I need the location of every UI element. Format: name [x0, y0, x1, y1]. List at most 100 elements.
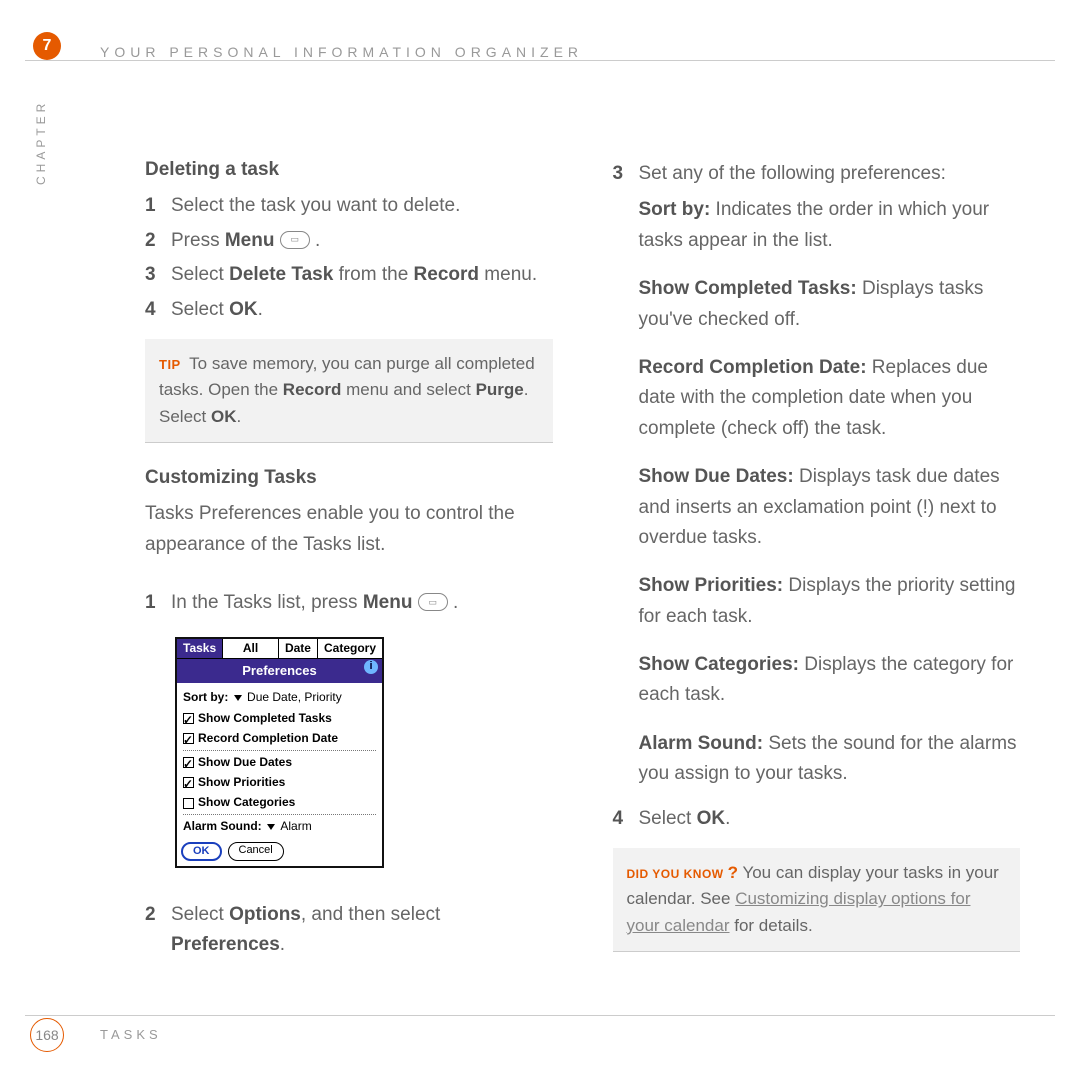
tab-all[interactable]: All [223, 639, 279, 658]
text: Select [639, 808, 697, 829]
chk-priorities[interactable]: Show Priorities [183, 773, 376, 792]
pref-completed: Show Completed Tasks: Displays tasks you… [639, 274, 1021, 335]
step-row-r4: 4 Select OK. [613, 804, 1021, 834]
step-text: Select the task you want to delete. [171, 191, 460, 221]
step-number: 1 [145, 191, 157, 221]
text: . [236, 407, 241, 426]
chk-completed[interactable]: Show Completed Tasks [183, 709, 376, 728]
preferences-screenshot: Tasks All Date Category Preferences i So… [175, 637, 384, 868]
heading-customize: Customizing Tasks [145, 463, 553, 493]
ok-button[interactable]: OK [181, 842, 222, 861]
step-number: 1 [145, 588, 157, 618]
sortby-row[interactable]: Sort by: Due Date, Priority [183, 688, 376, 707]
running-head: YOUR PERSONAL INFORMATION ORGANIZER [100, 44, 1050, 60]
step-text: Select OK. [639, 804, 731, 834]
tip-callout: TIP To save memory, you can purge all co… [145, 339, 553, 443]
label: Alarm Sound: [183, 819, 262, 833]
value: Alarm [280, 819, 311, 833]
info-icon[interactable]: i [364, 660, 378, 674]
chk-categories[interactable]: Show Categories [183, 793, 376, 812]
bold-text: Purge [476, 380, 524, 399]
alarm-row[interactable]: Alarm Sound: Alarm [183, 817, 376, 836]
step-row-2: 2 Press Menu ▭ . [145, 226, 553, 256]
bold-text: Show Completed Tasks: [639, 278, 857, 299]
menu-icon: ▭ [280, 231, 310, 249]
step-text: Select OK. [171, 295, 263, 325]
bold-text: Preferences [171, 934, 280, 955]
checkbox-icon [183, 733, 194, 744]
tab-category[interactable]: Category [318, 639, 382, 658]
chapter-number-badge: 7 [33, 32, 61, 60]
tab-tasks[interactable]: Tasks [177, 639, 223, 658]
bold-text: Record Completion Date: [639, 357, 867, 378]
checkbox-icon [183, 757, 194, 768]
checkbox-icon [183, 777, 194, 788]
dyk-q: ? [728, 863, 738, 882]
customize-intro: Tasks Preferences enable you to control … [145, 499, 553, 560]
step-row-4: 4 Select OK. [145, 295, 553, 325]
bold-text: Menu [363, 592, 413, 613]
text: from the [333, 264, 413, 285]
step-text: Select Delete Task from the Record menu. [171, 260, 537, 290]
dialog-buttons: OK Cancel [177, 840, 382, 866]
tab-date[interactable]: Date [279, 639, 318, 658]
footer-divider [25, 1015, 1055, 1016]
dyk-label: DID YOU KNOW [627, 867, 724, 881]
dropdown-arrow-icon [234, 695, 242, 701]
step-row-3: 3 Select Delete Task from the Record men… [145, 260, 553, 290]
text: menu and select [341, 380, 475, 399]
bold-text: Show Due Dates: [639, 466, 794, 487]
bold-text: Record [414, 264, 479, 285]
text: , and then select [301, 904, 440, 925]
tip-label: TIP [159, 357, 181, 372]
bold-text: Alarm Sound: [639, 733, 764, 754]
label: Record Completion Date [198, 731, 338, 745]
pref-record-date: Record Completion Date: Replaces due dat… [639, 353, 1021, 444]
bold-text: Record [283, 380, 342, 399]
bold-text: Options [229, 904, 301, 925]
step-number: 3 [613, 159, 625, 189]
text: . [725, 808, 730, 829]
pref-sortby: Sort by: Indicates the order in which yo… [639, 195, 1021, 256]
did-you-know-callout: DID YOU KNOW? You can display your tasks… [613, 848, 1021, 952]
step-number: 3 [145, 260, 157, 290]
title-text: Preferences [242, 663, 316, 678]
pref-categories: Show Categories: Displays the category f… [639, 650, 1021, 711]
chk-due-dates[interactable]: Show Due Dates [183, 753, 376, 772]
bold-text: Show Categories: [639, 654, 799, 675]
heading-delete: Deleting a task [145, 155, 553, 185]
text: . [448, 592, 459, 613]
chk-record-date[interactable]: Record Completion Date [183, 729, 376, 748]
bold-text: Sort by: [639, 199, 711, 220]
text: In the Tasks list, press [171, 592, 363, 613]
value: Due Date, Priority [247, 690, 342, 704]
page-number-badge: 168 [30, 1018, 64, 1052]
bold-text: Show Priorities: [639, 575, 784, 596]
pref-priorities: Show Priorities: Displays the priority s… [639, 571, 1021, 632]
text: . [280, 934, 285, 955]
footer-label: TASKS [100, 1027, 162, 1042]
cancel-button[interactable]: Cancel [228, 842, 284, 861]
step-row-c1: 1 In the Tasks list, press Menu ▭ . [145, 588, 553, 618]
text: Select [171, 264, 229, 285]
tabs-row: Tasks All Date Category [177, 639, 382, 659]
bold-text: OK [211, 407, 237, 426]
dialog-title: Preferences i [177, 659, 382, 684]
text: Select [171, 904, 229, 925]
text: . [310, 230, 321, 251]
step-row-1: 1 Select the task you want to delete. [145, 191, 553, 221]
step-row-c2: 2 Select Options, and then select Prefer… [145, 900, 553, 961]
label: Show Due Dates [198, 755, 292, 769]
checkbox-icon [183, 798, 194, 809]
step-number: 4 [613, 804, 625, 834]
step-number: 2 [145, 900, 157, 961]
text: menu. [479, 264, 537, 285]
separator [183, 750, 376, 751]
label: Sort by: [183, 690, 228, 704]
dialog-body: Sort by: Due Date, Priority Show Complet… [177, 683, 382, 839]
menu-icon: ▭ [418, 593, 448, 611]
step-text: Select Options, and then select Preferen… [171, 900, 553, 961]
pref-alarm: Alarm Sound: Sets the sound for the alar… [639, 729, 1021, 790]
page-content: Deleting a task 1 Select the task you wa… [145, 155, 1020, 990]
step-text: In the Tasks list, press Menu ▭ . [171, 588, 553, 618]
